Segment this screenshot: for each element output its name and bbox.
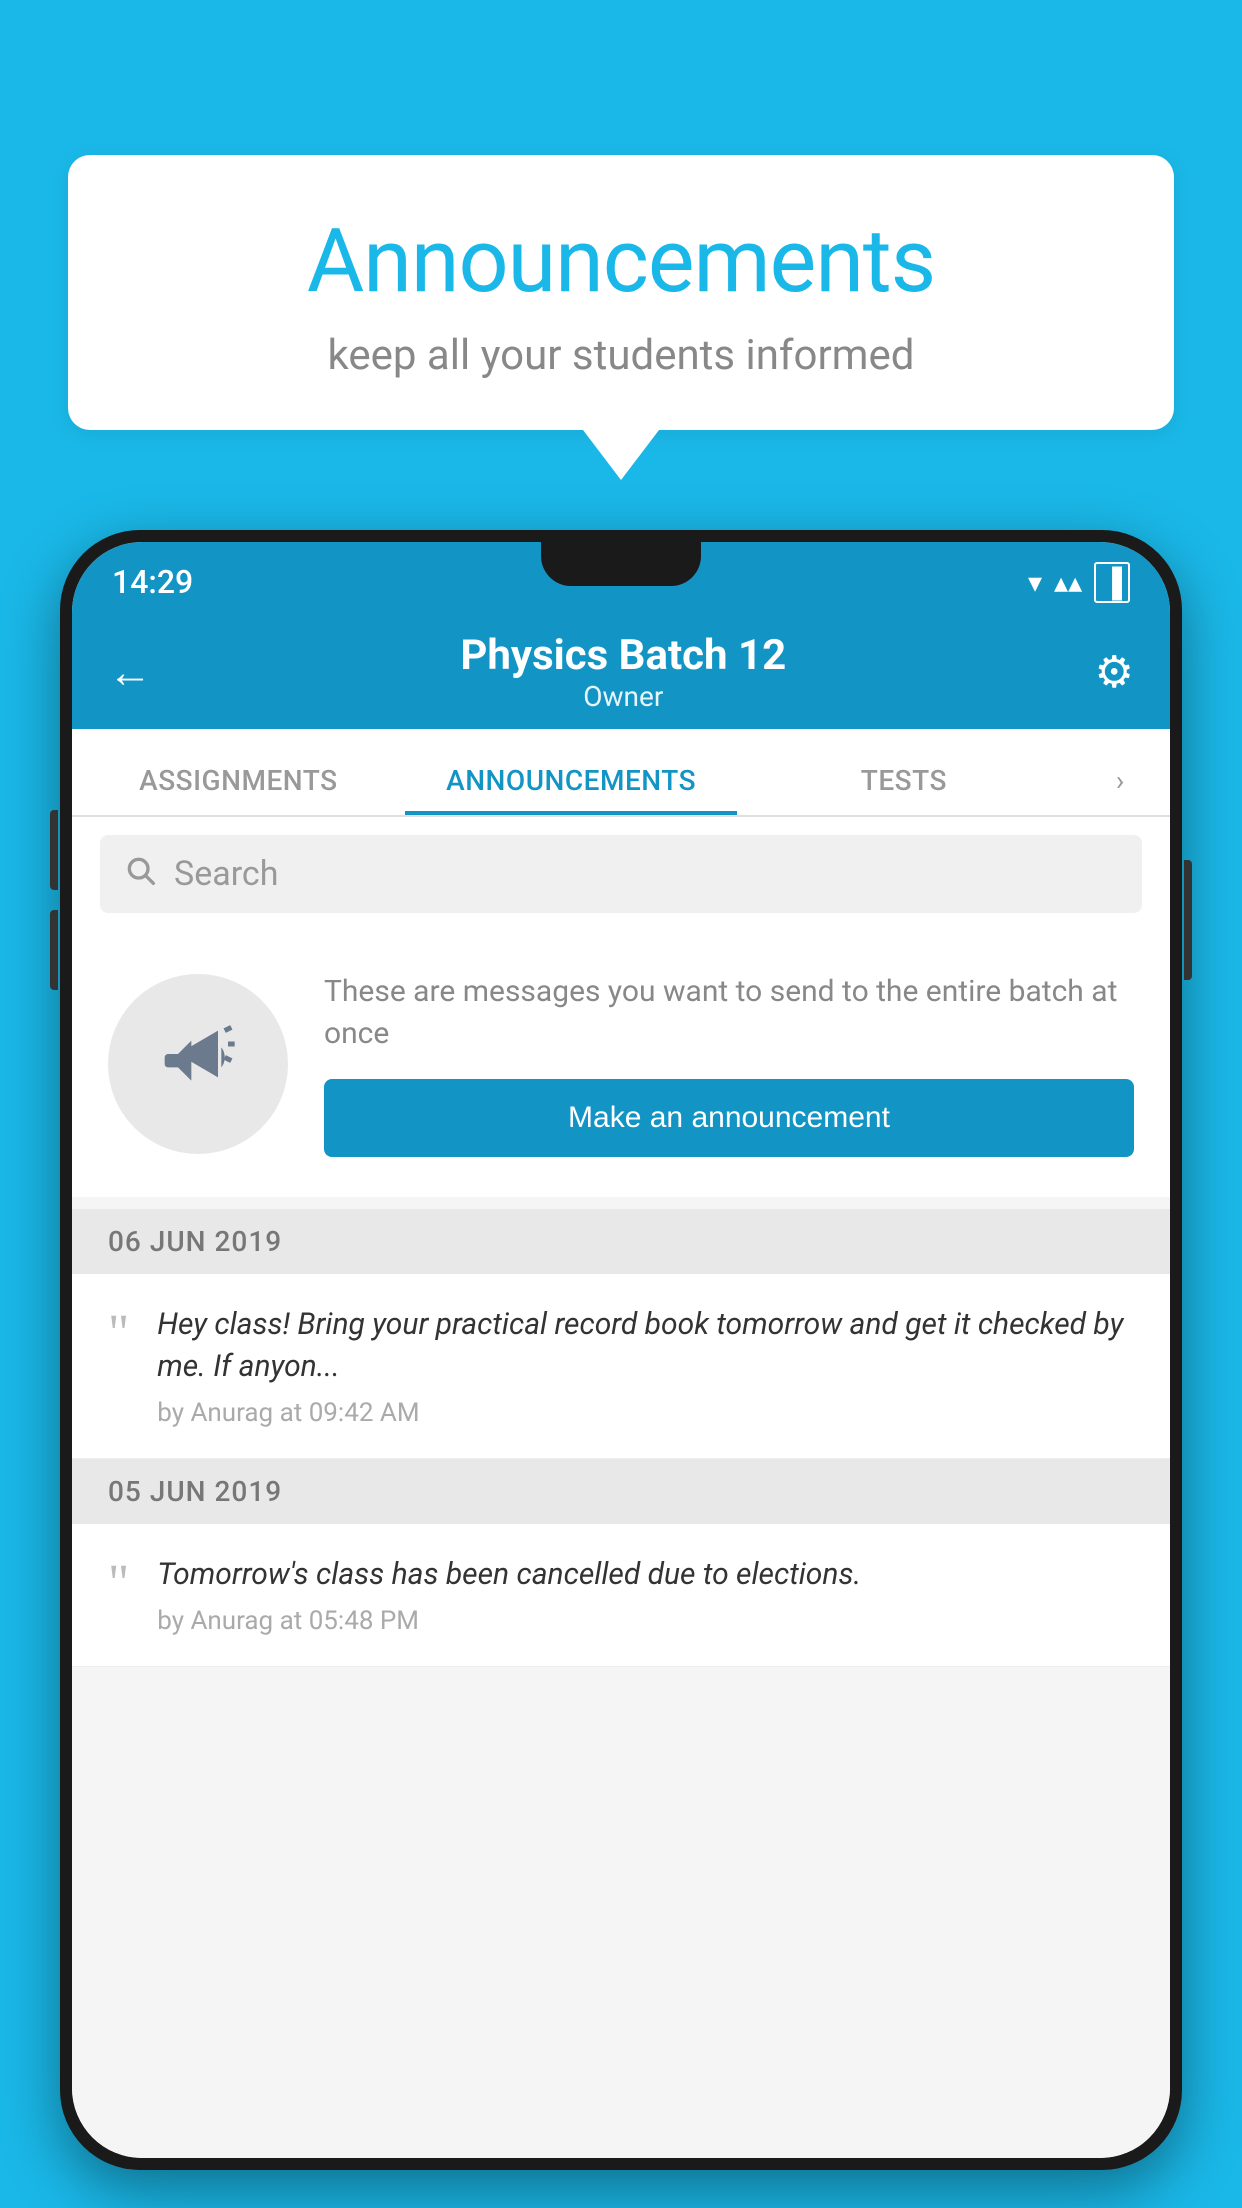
- settings-button[interactable]: ⚙: [1095, 646, 1134, 698]
- search-icon: [124, 853, 156, 895]
- announcement-item-1[interactable]: " Hey class! Bring your practical record…: [72, 1274, 1170, 1459]
- announcement-text-block-2: Tomorrow's class has been cancelled due …: [157, 1554, 1134, 1636]
- search-placeholder: Search: [174, 854, 278, 894]
- megaphone-icon: [158, 1014, 238, 1114]
- signal-icon: ▴▴: [1054, 566, 1082, 599]
- make-announcement-button[interactable]: Make an announcement: [324, 1079, 1134, 1157]
- search-box[interactable]: Search: [100, 835, 1142, 913]
- announcement-prompt: These are messages you want to send to t…: [72, 931, 1170, 1197]
- tab-more[interactable]: ›: [1070, 764, 1170, 815]
- app-bar-center: Physics Batch 12 Owner: [152, 631, 1095, 713]
- speech-bubble-card: Announcements keep all your students inf…: [68, 155, 1174, 430]
- battery-icon: ▐: [1094, 562, 1130, 603]
- back-button[interactable]: ←: [108, 646, 152, 698]
- search-container: Search: [72, 817, 1170, 931]
- phone-volume-up-button: [50, 810, 58, 890]
- announcement-meta-2: by Anurag at 05:48 PM: [157, 1606, 1134, 1636]
- announcement-message-1: Hey class! Bring your practical record b…: [157, 1304, 1134, 1388]
- announcement-text-block-1: Hey class! Bring your practical record b…: [157, 1304, 1134, 1428]
- speech-bubble-section: Announcements keep all your students inf…: [68, 155, 1174, 480]
- content-area: Search: [72, 817, 1170, 2158]
- app-bar-subtitle: Owner: [152, 680, 1095, 713]
- date-label-1: 06 JUN 2019: [108, 1225, 282, 1258]
- tab-tests[interactable]: TESTS: [737, 764, 1070, 815]
- date-divider-1: 06 JUN 2019: [72, 1209, 1170, 1274]
- announcement-meta-1: by Anurag at 09:42 AM: [157, 1398, 1134, 1428]
- date-label-2: 05 JUN 2019: [108, 1475, 282, 1508]
- wifi-icon: ▾: [1028, 566, 1042, 599]
- phone-notch: [541, 542, 701, 586]
- prompt-right: These are messages you want to send to t…: [324, 971, 1134, 1157]
- quote-icon-1: ": [108, 1308, 129, 1360]
- phone-power-button: [1184, 860, 1192, 980]
- app-bar: ← Physics Batch 12 Owner ⚙: [72, 614, 1170, 729]
- speech-bubble-title: Announcements: [128, 210, 1114, 313]
- tabs-bar: ASSIGNMENTS ANNOUNCEMENTS TESTS ›: [72, 729, 1170, 817]
- date-divider-2: 05 JUN 2019: [72, 1459, 1170, 1524]
- megaphone-circle: [108, 974, 288, 1154]
- announcement-message-2: Tomorrow's class has been cancelled due …: [157, 1554, 1134, 1596]
- tab-assignments[interactable]: ASSIGNMENTS: [72, 764, 405, 815]
- prompt-description: These are messages you want to send to t…: [324, 971, 1134, 1055]
- status-time: 14:29: [112, 563, 193, 601]
- speech-bubble-arrow: [583, 430, 659, 480]
- phone-outer: 14:29 ▾ ▴▴ ▐ ← Physics Batch 12 Owner ⚙: [60, 530, 1182, 2170]
- quote-icon-2: ": [108, 1558, 129, 1610]
- tab-announcements[interactable]: ANNOUNCEMENTS: [405, 764, 738, 815]
- speech-bubble-subtitle: keep all your students informed: [128, 331, 1114, 380]
- phone-screen: 14:29 ▾ ▴▴ ▐ ← Physics Batch 12 Owner ⚙: [72, 542, 1170, 2158]
- phone-volume-down-button: [50, 910, 58, 990]
- status-icons: ▾ ▴▴ ▐: [1028, 562, 1130, 603]
- app-bar-title: Physics Batch 12: [152, 631, 1095, 680]
- announcement-item-2[interactable]: " Tomorrow's class has been cancelled du…: [72, 1524, 1170, 1667]
- phone-mockup: 14:29 ▾ ▴▴ ▐ ← Physics Batch 12 Owner ⚙: [60, 530, 1182, 2170]
